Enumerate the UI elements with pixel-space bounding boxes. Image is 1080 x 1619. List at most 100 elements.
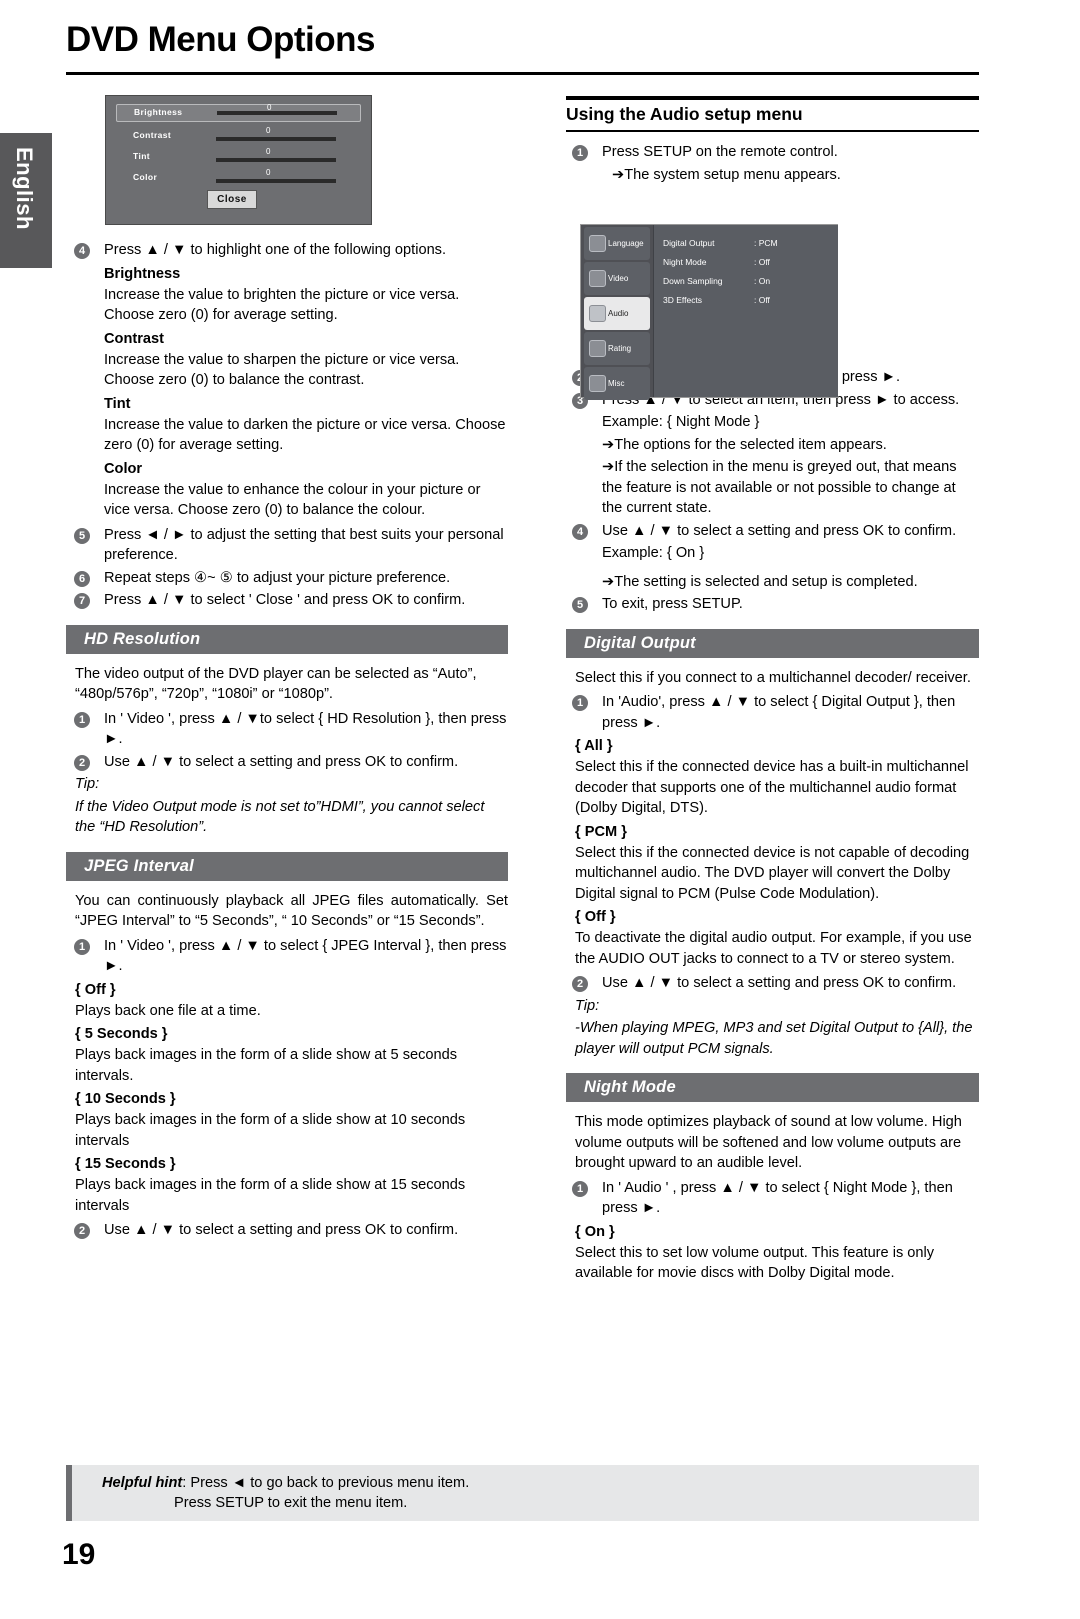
step-number: 1	[572, 145, 588, 161]
digital-output-option-pcm-text: Select this if the connected device is n…	[575, 844, 970, 902]
digital-output-step-1: 1 In 'Audio', press ▲ / ▼ to select { Di…	[566, 692, 979, 733]
section-top-rule	[566, 96, 979, 100]
term-tint: Tint	[104, 395, 131, 412]
hd-step-1: 1 In ' Video ', press ▲ / ▼to select { H…	[66, 709, 508, 750]
step-number: 1	[74, 711, 90, 728]
step-text: Use ▲ / ▼ to select a setting and press …	[602, 522, 957, 539]
text-tint: Increase the value to darken the picture…	[104, 416, 506, 454]
step-number: 6	[74, 570, 90, 587]
digital-output-option-all: { All }	[575, 738, 613, 754]
title-divider	[66, 72, 979, 75]
step-number: 2	[74, 754, 90, 771]
night-mode-step-1: 1 In ' Audio ' , press ▲ / ▼ to select {…	[566, 1178, 979, 1219]
rating-icon	[589, 340, 606, 357]
step-text: Use ▲ / ▼ to select a setting and press …	[104, 753, 459, 770]
setup-option-key: 3D Effects	[663, 295, 703, 305]
setup-menu-screenshot: Language Video Audio Rating Misc Digital…	[580, 224, 838, 400]
section-hd-resolution: HD Resolution	[66, 624, 508, 654]
setup-sidebar-item-misc: Misc	[584, 367, 650, 400]
step-number: 2	[572, 976, 588, 992]
setup-option-value: : Off	[754, 295, 770, 305]
step-text: In ' Video ', press ▲ / ▼ to select { JP…	[104, 937, 507, 975]
hd-tip-label: Tip:	[75, 776, 100, 792]
audio-step-4: 4 Use ▲ / ▼ to select a setting and pres…	[566, 521, 979, 593]
step-5-adjust-setting: 5 Press ◄ / ► to adjust the setting that…	[66, 525, 508, 566]
setup-sidebar-item-language: Language	[584, 227, 650, 260]
step-number: 1	[572, 1180, 588, 1197]
audio-step-3: 3 Press ▲ / ▼ to select an item, then pr…	[566, 390, 979, 519]
hd-resolution-intro: The video output of the DVD player can b…	[75, 665, 477, 703]
heading-underline	[566, 130, 979, 132]
step-number: 2	[74, 1223, 90, 1239]
setup-option-key: Night Mode	[663, 257, 707, 267]
digital-output-option-off: { Off }	[575, 909, 616, 925]
misc-icon	[589, 375, 606, 392]
term-color: Color	[104, 460, 143, 477]
text-brightness: Increase the value to brighten the pictu…	[104, 286, 460, 324]
step-example: Example: { Night Mode }	[602, 414, 760, 430]
setup-option-value: : PCM	[754, 238, 778, 248]
text-color: Increase the value to enhance the colour…	[104, 481, 481, 519]
step-number: 7	[74, 593, 90, 609]
audio-step-5: 5 To exit, press SETUP.	[566, 594, 979, 615]
night-mode-intro: This mode optimizes playback of sound at…	[575, 1114, 962, 1171]
night-mode-option-on: { On }	[575, 1223, 615, 1240]
audio-step-1: 1 Press SETUP on the remote control. ➔Th…	[566, 142, 979, 185]
setup-menu-options: Digital Output : PCM Night Mode : Off Do…	[653, 225, 838, 397]
jpeg-option-off: { Off }	[75, 981, 116, 998]
step-text: In ' Audio ' , press ▲ / ▼ to select { N…	[602, 1179, 953, 1217]
step-number: 4	[572, 523, 588, 540]
jpeg-step-2: 2 Use ▲ / ▼ to select a setting and pres…	[66, 1220, 508, 1241]
hd-step-2: 2 Use ▲ / ▼ to select a setting and pres…	[66, 752, 508, 773]
section-night-mode: Night Mode	[566, 1073, 979, 1102]
setup-sidebar-label: Misc	[608, 379, 625, 388]
jpeg-step-1: 1 In ' Video ', press ▲ / ▼ to select { …	[66, 936, 508, 977]
step-number: 5	[572, 597, 588, 613]
digital-output-option-off-text: To deactivate the digital audio output. …	[575, 930, 972, 967]
digital-output-option-all-text: Select this if the connected device has …	[575, 759, 969, 816]
setup-sidebar-item-video: Video	[584, 262, 650, 295]
jpeg-option-off-text: Plays back one file at a time.	[75, 1002, 261, 1019]
step-note: ➔The setting is selected and setup is co…	[602, 573, 918, 590]
setup-option-key: Down Sampling	[663, 276, 723, 286]
step-number: 1	[572, 695, 588, 711]
page-title: DVD Menu Options	[66, 20, 375, 59]
setup-option-digital-output: Digital Output : PCM	[654, 233, 838, 252]
term-brightness: Brightness	[104, 265, 181, 282]
section-digital-output: Digital Output	[566, 628, 979, 658]
setup-option-down-sampling: Down Sampling : On	[654, 271, 838, 290]
setup-sidebar-item-audio: Audio	[584, 297, 650, 330]
step-number: 4	[74, 243, 90, 259]
section-jpeg-interval: JPEG Interval	[66, 851, 508, 881]
step-text: Repeat steps ④~ ⑤ to adjust your picture…	[104, 569, 451, 586]
setup-option-value: : On	[754, 276, 771, 286]
helpful-hint-box: Helpful hint: Press ◄ to go back to prev…	[66, 1465, 979, 1521]
setup-sidebar-item-rating: Rating	[584, 332, 650, 365]
digital-output-option-pcm: { PCM }	[575, 823, 627, 840]
step-6-repeat: 6 Repeat steps ④~ ⑤ to adjust your pictu…	[66, 568, 508, 589]
step-text: To exit, press SETUP.	[602, 596, 743, 612]
digital-output-tip-label: Tip:	[575, 997, 600, 1014]
language-tab: English	[0, 133, 52, 268]
jpeg-option-15-text: Plays back images in the form of a slide…	[75, 1177, 466, 1214]
jpeg-option-15: { 15 Seconds }	[75, 1156, 176, 1172]
digital-output-tip-text: -When playing MPEG, MP3 and set Digital …	[575, 1020, 973, 1057]
helpful-hint-label: Helpful hint	[102, 1475, 183, 1491]
step-number: 5	[74, 527, 90, 544]
language-icon	[589, 235, 606, 252]
setup-sidebar-label: Language	[608, 239, 644, 248]
step-note: ➔If the selection in the menu is greyed …	[602, 459, 957, 516]
jpeg-option-5-text: Plays back images in the form of a slide…	[75, 1047, 458, 1084]
step-text: Press SETUP on the remote control.	[602, 144, 838, 160]
step-text: In 'Audio', press ▲ / ▼ to select { Digi…	[602, 694, 956, 731]
step-text: In ' Video ', press ▲ / ▼to select { HD …	[104, 710, 507, 748]
digital-output-intro: Select this if you connect to a multicha…	[575, 669, 971, 686]
setup-sidebar-label: Video	[608, 274, 629, 283]
setup-sidebar-label: Rating	[608, 344, 632, 353]
jpeg-intro: You can continuously playback all JPEG f…	[75, 892, 508, 930]
step-7-close: 7 Press ▲ / ▼ to select ' Close ' and pr…	[66, 590, 508, 611]
setup-option-night-mode: Night Mode : Off	[654, 252, 838, 271]
setup-option-3d-effects: 3D Effects : Off	[654, 290, 838, 309]
text-contrast: Increase the value to sharpen the pictur…	[104, 351, 460, 389]
step-text: Use ▲ / ▼ to select a setting and press …	[104, 1222, 459, 1238]
